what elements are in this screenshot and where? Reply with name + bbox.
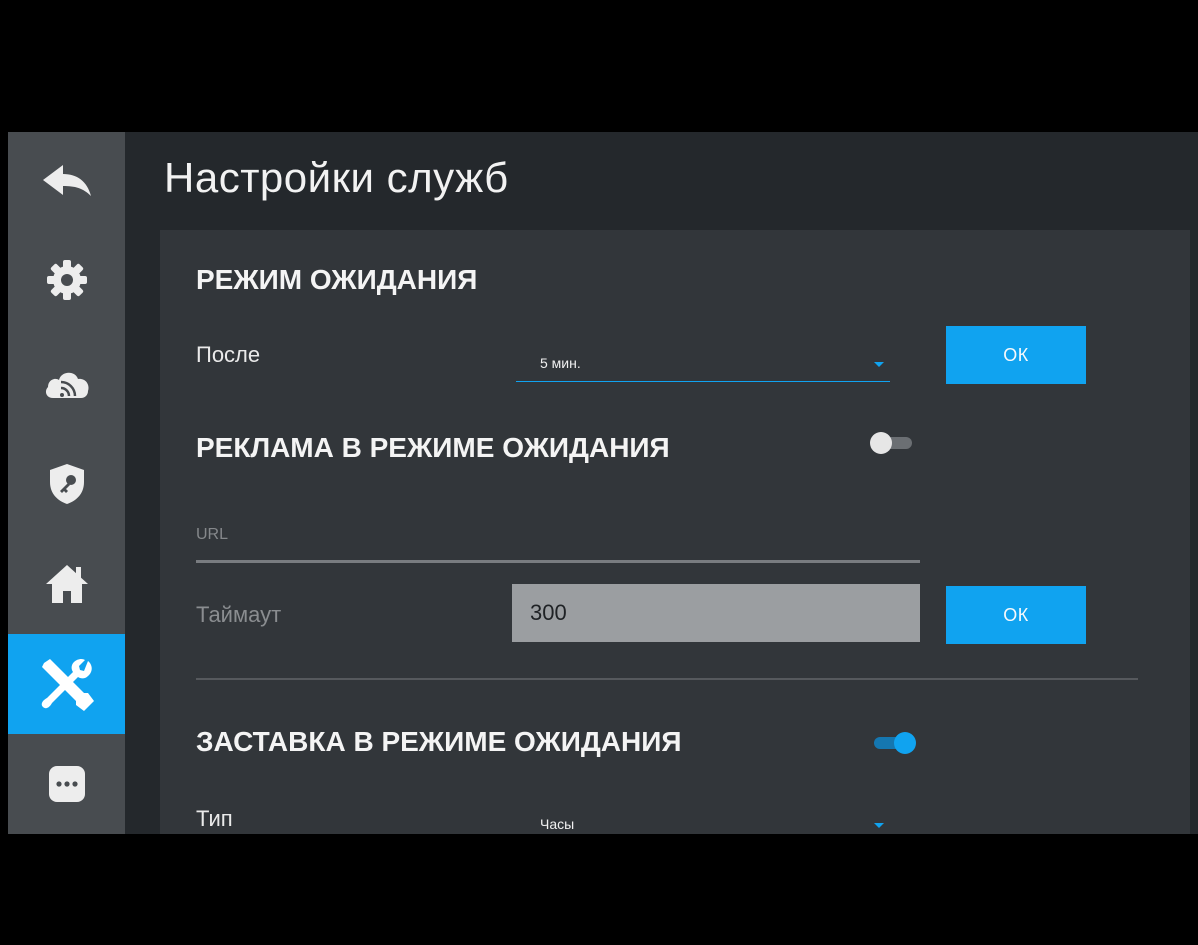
gear-icon bbox=[46, 260, 87, 300]
settings-screen: Настройки служб РЕЖИМ ОЖИДАНИЯ После 5 м… bbox=[8, 132, 1198, 834]
after-select-value: 5 мин. bbox=[540, 355, 581, 371]
back-arrow-icon bbox=[42, 165, 91, 196]
timeout-input[interactable]: 300 bbox=[512, 584, 920, 642]
ads-toggle[interactable] bbox=[870, 430, 918, 454]
divider bbox=[196, 678, 1138, 680]
tools-icon bbox=[41, 658, 94, 711]
standby-heading: РЕЖИМ ОЖИДАНИЯ bbox=[196, 264, 478, 295]
settings-panel: РЕЖИМ ОЖИДАНИЯ После 5 мин. ОК РЕКЛАМА В… bbox=[160, 230, 1190, 834]
standby-ok-button[interactable]: ОК bbox=[946, 326, 1086, 384]
cloud-signal-icon bbox=[45, 372, 89, 398]
url-placeholder: URL bbox=[196, 526, 229, 543]
more-icon bbox=[48, 766, 85, 802]
ads-heading: РЕКЛАМА В РЕЖИМЕ ОЖИДАНИЯ bbox=[196, 432, 670, 463]
after-select[interactable]: 5 мин. bbox=[516, 341, 890, 382]
sidebar-item-home[interactable] bbox=[8, 534, 125, 634]
timeout-value: 300 bbox=[530, 600, 567, 625]
screensaver-heading: ЗАСТАВКА В РЕЖИМЕ ОЖИДАНИЯ bbox=[196, 726, 682, 757]
ads-toggle-knob bbox=[870, 432, 892, 454]
type-label: Тип bbox=[196, 806, 233, 831]
dropdown-arrow-icon bbox=[874, 362, 884, 367]
sidebar-item-tools[interactable] bbox=[8, 634, 125, 734]
sidebar-item-cloud[interactable] bbox=[8, 332, 125, 432]
home-icon bbox=[45, 565, 88, 603]
timeout-ok-button[interactable]: ОК bbox=[946, 586, 1086, 644]
dropdown-arrow-icon bbox=[874, 823, 884, 828]
sidebar-item-security[interactable] bbox=[8, 434, 125, 534]
sidebar-item-back[interactable] bbox=[8, 132, 125, 232]
page-title: Настройки служб bbox=[164, 154, 509, 201]
sidebar-item-settings[interactable] bbox=[8, 230, 125, 330]
shield-key-icon bbox=[49, 464, 84, 504]
screensaver-toggle[interactable] bbox=[870, 730, 918, 754]
type-select[interactable]: Часы bbox=[516, 802, 890, 834]
url-input[interactable]: URL bbox=[196, 522, 920, 563]
sidebar-item-more[interactable] bbox=[8, 734, 125, 834]
type-select-value: Часы bbox=[540, 816, 575, 832]
timeout-label: Таймаут bbox=[196, 602, 282, 627]
after-label: После bbox=[196, 342, 261, 367]
sidebar bbox=[8, 132, 125, 834]
screensaver-toggle-knob bbox=[894, 732, 916, 754]
